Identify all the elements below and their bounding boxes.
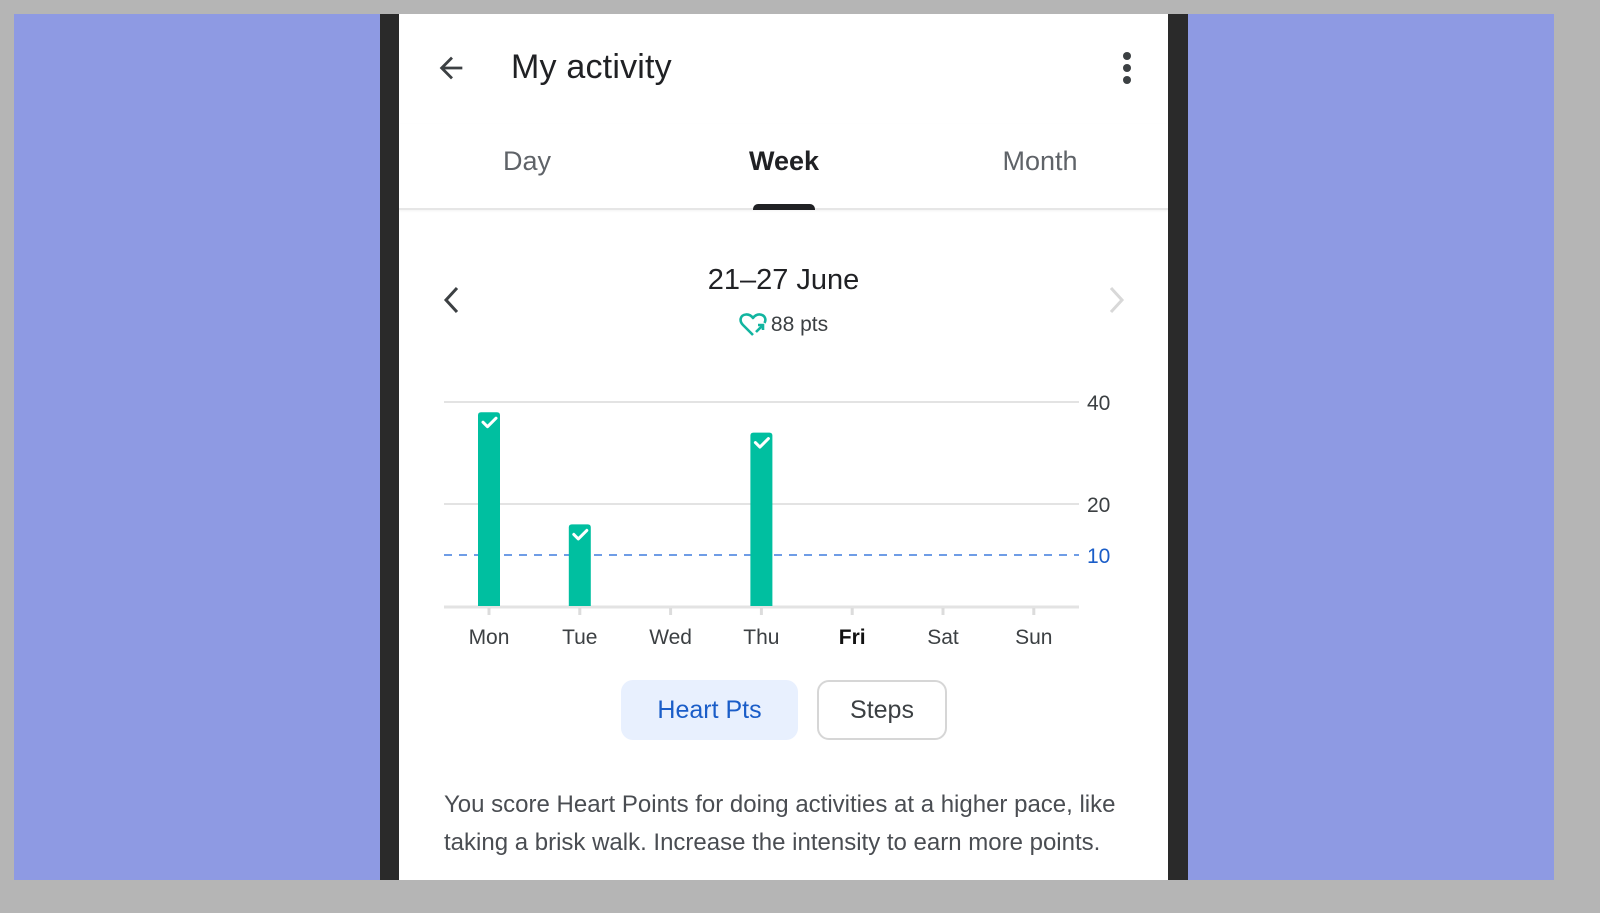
heart-points-icon [739, 313, 767, 336]
x-tick-label: Mon [469, 626, 510, 649]
x-tick-label: Sat [927, 626, 959, 649]
metric-toggle: Heart Pts Steps [399, 680, 1168, 742]
next-week-button[interactable] [1099, 280, 1133, 320]
back-button[interactable] [429, 46, 473, 90]
date-range-navigator: 21–27 June 88 pts [399, 260, 1168, 350]
x-tick-label: Thu [743, 626, 779, 649]
heart-points-description: You score Heart Points for doing activit… [444, 791, 1116, 856]
x-tick-label: Tue [562, 626, 597, 649]
bar-chart: 20 40 10 Mon Tue Wed Thu Fri Sat Sun [444, 392, 1110, 649]
goal-line-label: 10 [1087, 545, 1110, 568]
x-tick-label: Sun [1015, 626, 1052, 649]
week-points-total: 88 pts [399, 312, 1168, 338]
tab-month[interactable]: Month [912, 146, 1168, 177]
more-vert-icon [1123, 52, 1131, 84]
phone-screen: My activity Day Week Month 21–27 June 88… [399, 14, 1168, 880]
x-tick-label: Fri [839, 626, 866, 649]
tab-day[interactable]: Day [399, 146, 655, 177]
heart-pts-chip[interactable]: Heart Pts [621, 680, 798, 740]
bar-mon [478, 412, 500, 606]
bar-thu [750, 432, 773, 606]
period-tabs: Day Week Month [399, 124, 1168, 210]
y-tick-label: 20 [1087, 494, 1110, 517]
page-title: My activity [511, 48, 672, 86]
y-tick-label: 40 [1087, 392, 1110, 415]
chevron-right-icon [1109, 286, 1125, 314]
backdrop: My activity Day Week Month 21–27 June 88… [14, 14, 1554, 880]
app-bar: My activity [399, 14, 1168, 114]
active-tab-indicator [753, 204, 815, 210]
more-options-button[interactable] [1109, 46, 1145, 90]
date-range-title: 21–27 June [707, 264, 860, 296]
x-tick-label: Wed [649, 626, 692, 649]
heart-points-chart: 20 40 10 Mon Tue Wed Thu Fri Sat Sun [399, 364, 1168, 654]
tab-week[interactable]: Week [656, 146, 912, 177]
points-value: 88 pts [770, 313, 829, 336]
arrow-left-icon [439, 56, 463, 80]
steps-chip[interactable]: Steps [817, 680, 947, 740]
